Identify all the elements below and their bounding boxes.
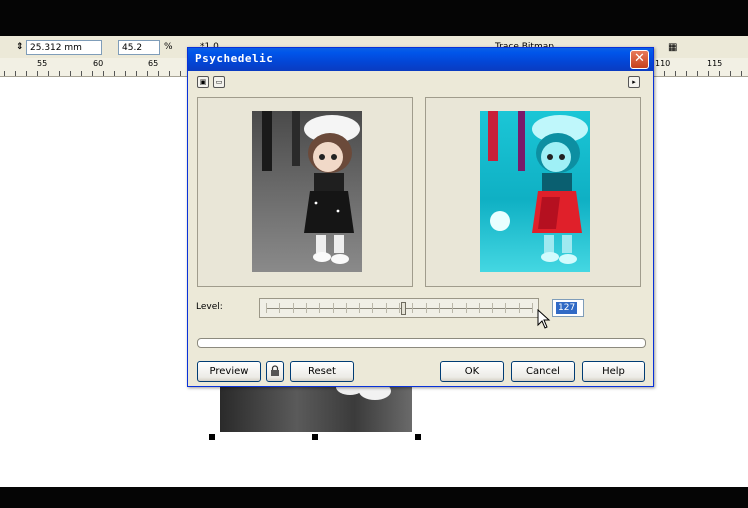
ruler-tick: [37, 71, 38, 76]
ruler-label: 110: [655, 59, 671, 68]
slider-tick: [319, 303, 321, 313]
slider-tick: [332, 303, 334, 313]
lock-icon: [271, 365, 279, 376]
original-doll-image: [252, 111, 362, 272]
toolbar-icon[interactable]: ▦: [668, 40, 677, 55]
scale-input[interactable]: 45.2: [118, 40, 160, 55]
psychedelic-dialog: Psychedelic ✕ ▣ ▭ ▸ Level: 127 Preview R…: [187, 47, 654, 387]
slider-tick: [518, 303, 520, 313]
slider-thumb[interactable]: [401, 302, 406, 315]
mouse-cursor-icon: [537, 309, 551, 329]
ruler-tick: [70, 71, 71, 76]
ruler-tick: [92, 71, 93, 76]
ruler-tick: [26, 71, 27, 76]
ruler-tick: [686, 71, 687, 76]
slider-tick: [305, 303, 307, 313]
level-input[interactable]: 127: [552, 299, 584, 317]
ruler-tick: [664, 71, 665, 76]
result-preview-panel: [425, 97, 641, 287]
ruler-tick: [59, 71, 60, 76]
slider-tick: [266, 303, 267, 313]
preview-button[interactable]: Preview: [197, 361, 261, 382]
level-value: 127: [556, 302, 578, 314]
field-edge: [2, 40, 10, 55]
ruler-tick: [697, 71, 698, 76]
lock-button[interactable]: [266, 361, 284, 382]
ruler-tick: [741, 71, 742, 76]
preview-layout-icon[interactable]: ▣: [197, 76, 209, 88]
ok-button[interactable]: OK: [440, 361, 504, 382]
ruler-label: 115: [707, 59, 723, 68]
slider-tick: [452, 303, 454, 313]
selection-handle[interactable]: [312, 434, 318, 440]
height-input[interactable]: 25.312 mm: [26, 40, 102, 55]
ruler-tick: [103, 71, 104, 76]
slider-tick: [412, 303, 414, 313]
ruler-tick: [708, 71, 709, 76]
window-icon[interactable]: ▭: [213, 76, 225, 88]
dialog-titlebar[interactable]: Psychedelic ✕: [188, 48, 653, 71]
selection-handle[interactable]: [209, 434, 215, 440]
ruler-tick: [15, 71, 16, 76]
close-button[interactable]: ✕: [630, 50, 649, 69]
ruler-tick: [730, 71, 731, 76]
ruler-tick: [158, 71, 159, 76]
ruler-label: 55: [37, 59, 48, 68]
ruler-tick: [114, 71, 115, 76]
slider-tick: [345, 303, 347, 313]
progress-bar: [197, 338, 646, 348]
ruler-label: 65: [148, 59, 159, 68]
original-preview-panel: [197, 97, 413, 287]
doll-psychedelic-illustration: [488, 111, 588, 264]
slider-tick: [359, 303, 361, 313]
selection-handle[interactable]: [415, 434, 421, 440]
video-letterbox-bottom: [0, 487, 748, 508]
slider-tick: [372, 303, 374, 313]
slider-tick: [399, 303, 400, 313]
ruler-tick: [675, 71, 676, 76]
ruler-tick: [719, 71, 720, 76]
reset-button[interactable]: Reset: [290, 361, 354, 382]
slider-tick: [292, 303, 294, 313]
slider-tick: [279, 303, 281, 313]
help-button[interactable]: Help: [582, 361, 645, 382]
ruler-tick: [125, 71, 126, 76]
doll-illustration: [262, 111, 360, 264]
psychedelic-doll-image: [480, 111, 590, 272]
ruler-tick: [48, 71, 49, 76]
slider-tick: [385, 303, 387, 313]
scale-unit: %: [164, 42, 173, 52]
expand-arrow-icon[interactable]: ▸: [628, 76, 640, 88]
ruler-tick: [81, 71, 82, 76]
ruler-tick: [4, 71, 5, 76]
level-label: Level:: [196, 302, 223, 312]
slider-tick: [478, 303, 480, 313]
ruler-tick: [169, 71, 170, 76]
ruler-tick: [180, 71, 181, 76]
slider-tick: [438, 303, 440, 313]
ruler-label: 60: [93, 59, 104, 68]
video-letterbox-top: [0, 0, 748, 36]
ruler-tick: [136, 71, 137, 76]
ruler-tick: [147, 71, 148, 76]
dialog-title: Psychedelic: [195, 52, 274, 65]
slider-tick: [425, 303, 427, 313]
height-icon: ⇕: [16, 42, 24, 52]
slider-tick: [505, 303, 507, 313]
close-icon: ✕: [634, 51, 645, 66]
level-slider[interactable]: [259, 298, 539, 318]
cancel-button[interactable]: Cancel: [511, 361, 575, 382]
slider-tick: [492, 303, 494, 313]
slider-tick: [532, 303, 533, 313]
slider-tick: [465, 303, 467, 313]
